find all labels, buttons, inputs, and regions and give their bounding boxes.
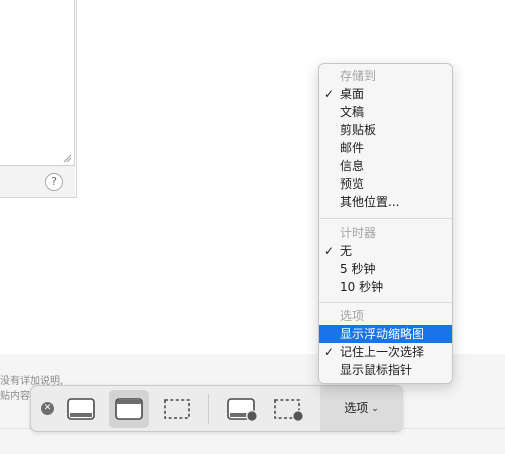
menu-item-remember-last-selection[interactable]: ✓ 记住上一次选择	[319, 343, 452, 361]
menu-divider	[319, 218, 452, 219]
record-selection-icon	[274, 399, 304, 422]
menu-item-preview[interactable]: 预览	[319, 175, 452, 193]
checkmark-icon: ✓	[324, 87, 335, 101]
menu-item-documents[interactable]: 文稿	[319, 103, 452, 121]
window-footer	[0, 166, 75, 197]
resize-grip-icon[interactable]	[63, 154, 72, 163]
menu-item-mail[interactable]: 邮件	[319, 139, 452, 157]
checkmark-icon: ✓	[324, 345, 335, 359]
record-entire-screen-button[interactable]	[221, 390, 261, 428]
menu-item-timer-10s[interactable]: 10 秒钟	[319, 278, 452, 296]
menu-item-timer-5s[interactable]: 5 秒钟	[319, 260, 452, 278]
selection-capture-icon	[164, 399, 190, 419]
menu-item-other-location[interactable]: 其他位置...	[319, 193, 452, 211]
entire-screen-icon	[67, 398, 95, 420]
chevron-down-icon: ⌄	[371, 404, 379, 414]
menu-item-clipboard[interactable]: 剪贴板	[319, 121, 452, 139]
capture-selection-button[interactable]	[157, 390, 197, 428]
background-window	[0, 0, 77, 198]
menu-item-show-mouse-pointer[interactable]: 显示鼠标指针	[319, 361, 452, 379]
screenshot-toolbar: ✕ 选项 ⌄	[30, 385, 403, 432]
menu-item-messages[interactable]: 信息	[319, 157, 452, 175]
text-area[interactable]	[0, 0, 75, 166]
options-label: 选项	[344, 401, 369, 415]
help-button[interactable]: ?	[45, 173, 63, 191]
menu-header-options: 选项	[340, 309, 365, 323]
checkmark-icon: ✓	[324, 244, 335, 258]
close-toolbar-button[interactable]: ✕	[41, 402, 54, 415]
options-menu: 存储到 ✓ 桌面 文稿 剪贴板 邮件 信息 预览 其他位置... 计时器 ✓ 无 5…	[318, 63, 453, 384]
capture-window-button[interactable]	[109, 390, 149, 428]
record-selection-button[interactable]	[267, 390, 307, 428]
menu-header-timer: 计时器	[340, 226, 377, 240]
options-button[interactable]: 选项 ⌄	[320, 386, 403, 431]
menu-divider	[319, 302, 452, 303]
menu-item-desktop[interactable]: ✓ 桌面	[319, 85, 452, 103]
menu-header-save-to: 存储到	[340, 69, 377, 83]
menu-item-show-floating-thumbnail[interactable]: 显示浮动缩略图	[319, 325, 452, 343]
window-capture-icon	[115, 398, 143, 420]
toolbar-divider	[208, 394, 209, 424]
record-screen-icon	[227, 398, 258, 422]
menu-item-timer-none[interactable]: ✓ 无	[319, 242, 452, 260]
capture-entire-screen-button[interactable]	[61, 390, 101, 428]
